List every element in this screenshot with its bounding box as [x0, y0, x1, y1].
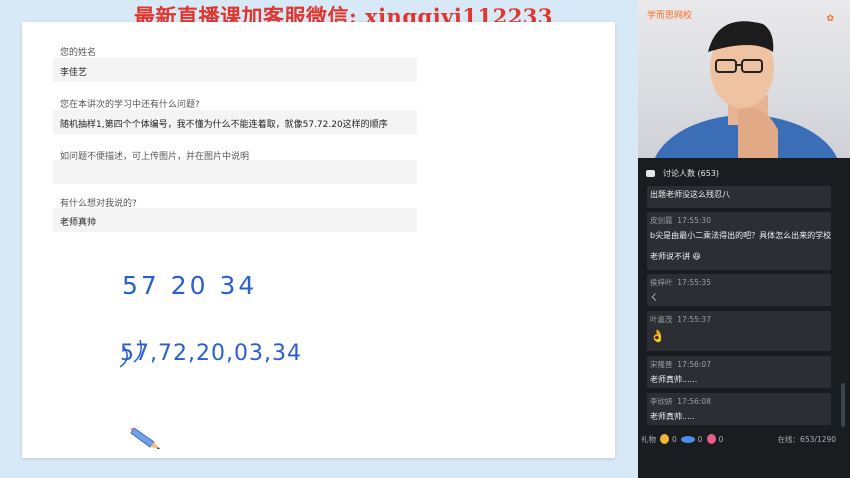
gift-item[interactable]: 0 — [680, 434, 703, 444]
chat-message: 宋隆晋 17:56:07 老师真帅...... — [647, 356, 831, 388]
chat-message: 李欣妍 17:56:08 老师真帅..... — [647, 393, 831, 425]
chat-message-text: 老师真帅..... — [650, 412, 695, 421]
teacher-portrait — [654, 21, 838, 158]
online-count: 在线：653/1290 — [777, 434, 836, 444]
handwriting-line-1: 57 20 34 — [122, 271, 257, 300]
questionnaire-document: 您的姓名 李佳艺 您在本讲次的学习中还有什么问题? 随机抽样1,第四个个体编号，… — [22, 22, 615, 458]
footer-bar: 礼物 0 0 0 在线：653/1290 — [638, 428, 850, 450]
laughing-emoji-icon: 😆 — [692, 252, 701, 261]
side-panel: 学而思网校 ✿ 讨论人数 (653) 出题老师没这么残忍八 皮剑晨 17:55:… — [638, 0, 850, 478]
balloon-gift-icon — [706, 434, 716, 444]
chat-user: 宋隆晋 — [650, 360, 673, 369]
gift-count: 0 — [718, 434, 724, 444]
chat-header: 讨论人数 (653) — [638, 163, 850, 183]
chat-message: 侯梓叶 17:55:35 ㄑ — [647, 274, 831, 306]
chat-message-text: 老师真帅...... — [650, 375, 698, 384]
chat-message: 皮剑晨 17:55:30 b尖是由最小二乘法得出的吧？具体怎么出来的学校 老师说… — [647, 212, 831, 270]
gift-item[interactable]: 0 — [660, 434, 677, 444]
ok-hand-emoji-icon: 👌 — [650, 329, 665, 343]
chat-message-text: 老师说不讲 — [650, 252, 690, 261]
chat-user: 李欣妍 — [650, 397, 673, 406]
chat-message: 叶嘉茂 17:55:37 👌 — [647, 311, 831, 351]
gift-count: 0 — [672, 434, 677, 444]
chat-scrollbar[interactable] — [841, 383, 845, 427]
chat-time: 17:55:37 — [677, 315, 711, 324]
pencil-icon[interactable] — [130, 422, 164, 452]
chat-user: 皮剑晨 — [650, 216, 673, 225]
teacher-video: 学而思网校 ✿ — [638, 0, 850, 158]
chat-time: 17:55:30 — [677, 216, 711, 225]
chat-message-partial: 出题老师没这么残忍八 — [647, 186, 831, 208]
chat-bubble-icon — [646, 169, 655, 177]
handwriting-canvas: 57 20 34 57,72,20,03,34 — [119, 271, 302, 368]
brand-logo-icon: ✿ — [826, 14, 834, 24]
gift-item[interactable]: 0 — [706, 434, 724, 444]
chat-message-text: b尖是由最小二乘法得出的吧？具体怎么出来的学校 — [650, 231, 832, 240]
handwriting-line-2: 57,72,20,03,34 — [120, 341, 302, 366]
gift-count: 0 — [697, 434, 703, 444]
chat-participant-count: 讨论人数 (653) — [663, 168, 720, 178]
chat-time: 17:56:08 — [677, 397, 711, 406]
chat-user: 叶嘉茂 — [650, 315, 673, 324]
rocket-gift-icon — [680, 435, 695, 443]
chat-message-text: 出题老师没这么残忍八 — [650, 190, 730, 199]
gift-label: 礼物 — [641, 434, 656, 444]
chat-user: 侯梓叶 — [650, 278, 673, 287]
brand-label: 学而思网校 — [647, 11, 693, 21]
chat-time: 17:56:07 — [677, 360, 711, 369]
chat-message-text: ㄑ — [650, 293, 658, 302]
trophy-gift-icon — [660, 434, 669, 444]
chat-time: 17:55:35 — [677, 278, 711, 287]
whiteboard-area: 最新直播课加客服微信: xingqiyi112233 您的姓名 李佳艺 您在本讲… — [0, 0, 638, 478]
